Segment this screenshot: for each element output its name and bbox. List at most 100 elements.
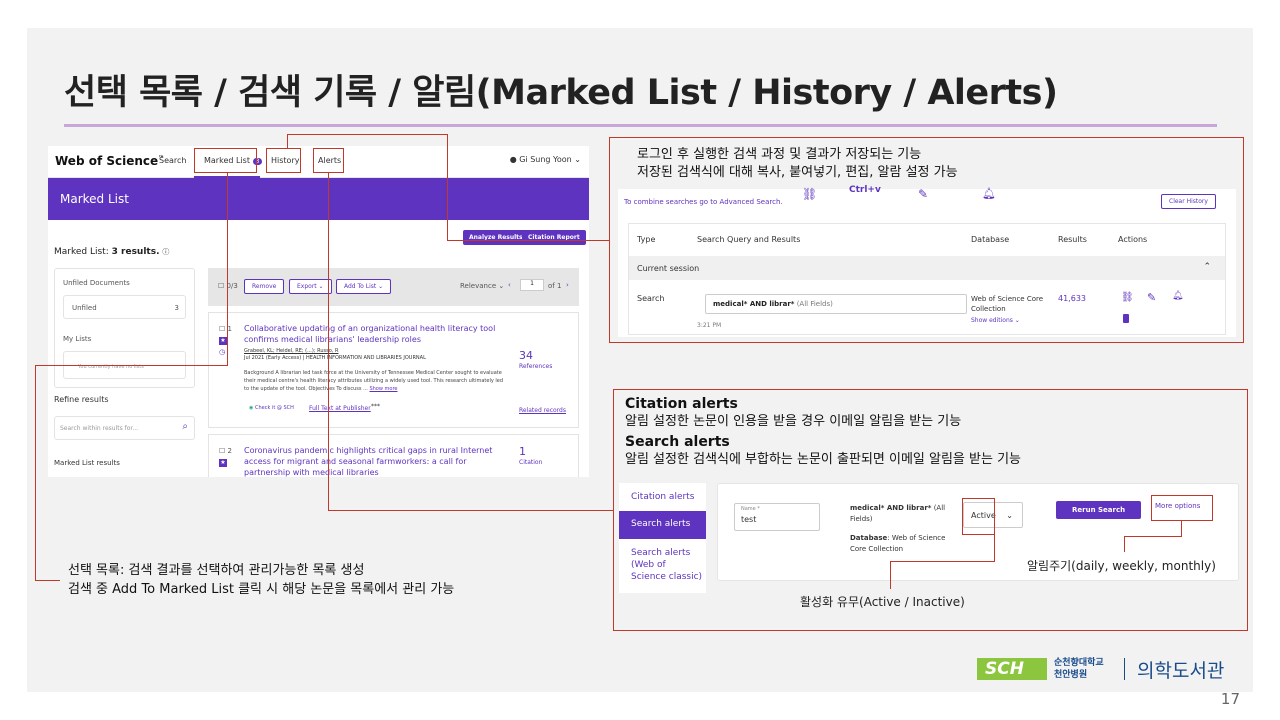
nav-search[interactable]: Search [159, 156, 186, 165]
record-title[interactable]: Collaborative updating of an organizatio… [244, 323, 514, 345]
alerts-screenshot: Citation alerts Search alerts Search ale… [619, 483, 1239, 593]
logo-divider [1124, 658, 1125, 680]
search-alerts-heading: Search alerts [625, 434, 730, 450]
clock-icon: ◷ [219, 348, 226, 356]
analyze-results-button[interactable]: Analyze Results [463, 230, 529, 245]
sidebar-item-classic-alerts[interactable]: Search alerts (Web of Science classic) [631, 547, 703, 583]
citation-alerts-heading: Citation alerts [625, 396, 738, 412]
sidebar-item-search-alerts[interactable]: Search alerts [619, 511, 706, 539]
refine-results-label: Refine results [54, 395, 109, 404]
search-time: 3:21 PM [697, 322, 722, 329]
user-icon: ● [509, 155, 517, 164]
citation-alerts-desc: 알림 설정한 논문이 인용을 받을 경우 이메일 알림을 받는 기능 [625, 414, 962, 429]
status-highlight [962, 498, 995, 535]
col-query: Search Query and Results [697, 235, 801, 244]
check-it-icon: ◉ [249, 405, 254, 411]
star-icon: ★ [219, 459, 227, 467]
full-text-link[interactable]: Full Text at Publisher [309, 405, 371, 412]
edit-pencil-icon[interactable]: ✎ [1147, 291, 1156, 304]
connector-line [1124, 536, 1182, 537]
marked-list-banner: Marked List [48, 178, 589, 220]
list-panel: Unfiled Documents Unfiled 3 My Lists You… [54, 268, 195, 388]
connector-line [1124, 536, 1125, 552]
connector-line [447, 240, 609, 241]
delete-icon[interactable] [1123, 314, 1129, 323]
row-results-link[interactable]: 41,633 [1058, 294, 1086, 303]
marked-list-note-2: 검색 중 Add To Marked List 클릭 시 해당 논문을 목록에서… [68, 582, 455, 597]
citation-label: Citation [519, 459, 543, 466]
marked-list-note-1: 선택 목록: 검색 결과를 선택하여 관리가능한 목록 생성 [68, 563, 365, 578]
related-records-link[interactable]: Related records [519, 407, 566, 414]
history-table: Type Search Query and Results Database R… [628, 223, 1226, 335]
col-database: Database [971, 235, 1010, 244]
library-name: 의학도서관 [1137, 660, 1225, 682]
col-actions: Actions [1118, 235, 1148, 244]
alert-name-field[interactable]: Name * test [734, 503, 820, 531]
user-menu[interactable]: ● Gi Sung Yoon ⌄ [510, 155, 581, 164]
history-desc-1: 로그인 후 실행한 검색 과정 및 결과가 저장되는 기능 [637, 147, 922, 162]
rerun-search-button[interactable]: Rerun Search [1056, 501, 1142, 519]
add-to-list-button[interactable]: Add To List ⌄ [336, 279, 392, 294]
show-editions-link[interactable]: Show editions ⌄ [971, 317, 1020, 324]
export-button[interactable]: Export ⌄ [289, 279, 332, 294]
clear-history-button[interactable]: Clear History [1161, 194, 1216, 209]
page-input[interactable]: 1 [520, 279, 544, 291]
remove-button[interactable]: Remove [244, 279, 285, 294]
record-card: ☐ 2 ★ Coronavirus pandemic highlights cr… [208, 434, 579, 477]
connector-line [1181, 521, 1182, 537]
banner-title: Marked List [60, 192, 129, 206]
unfiled-list-item[interactable]: Unfiled 3 [63, 295, 186, 319]
unfiled-documents-label: Unfiled Documents [63, 279, 130, 287]
sch-logo-text: SCH [985, 659, 1024, 679]
record-checkbox[interactable]: ☐ 2 [219, 447, 232, 455]
show-more-link[interactable]: Show more [369, 386, 397, 392]
advanced-search-link[interactable]: To combine searches go to Advanced Searc… [624, 198, 783, 206]
search-alerts-desc: 알림 설정한 검색식에 부합하는 논문이 출판되면 이메일 알림을 받는 기능 [625, 452, 1021, 467]
alerts-sidebar: Citation alerts Search alerts Search ale… [619, 483, 706, 593]
marked-list-results-label: Marked List results [54, 459, 120, 467]
connector-line [328, 173, 329, 511]
edit-pencil-icon: ✎ [918, 187, 929, 201]
citation-report-button[interactable]: Citation Report [522, 230, 586, 245]
frequency-note: 알림주기(daily, weekly, monthly) [1027, 559, 1216, 573]
current-session-row[interactable]: Current session ⌃ [629, 256, 1225, 280]
connector-line [890, 561, 995, 562]
chevron-down-icon: ⌄ [574, 155, 581, 164]
connector-line [35, 365, 228, 366]
check-it-link[interactable]: ◉ Check it @ SCH [249, 405, 294, 411]
connector-line [227, 173, 228, 366]
marked-list-screenshot: Web of Science™ Search Marked List 3 His… [48, 146, 589, 477]
history-desc-2: 저장된 검색식에 대해 복사, 붙여넣기, 편집, 알람 설정 가능 [637, 165, 958, 180]
alert-database: Database: Web of Science Core Collection [850, 534, 946, 553]
more-options-icon[interactable]: *** [371, 403, 380, 410]
info-icon[interactable]: ⓘ [162, 248, 169, 256]
wos-logo[interactable]: Web of Science™ [55, 154, 164, 168]
record-checkbox[interactable]: ☐ 1 [219, 325, 232, 333]
row-database: Web of Science Core Collection [971, 295, 1044, 313]
copy-link-icon[interactable]: ⛓ [1121, 292, 1134, 303]
alerts-highlight [313, 148, 344, 173]
connector-line [994, 535, 995, 562]
history-highlight [266, 148, 301, 173]
star-icon: ★ [219, 337, 227, 345]
row-type: Search [637, 294, 665, 303]
references-count[interactable]: 34 [519, 349, 533, 362]
prev-page-icon[interactable]: ‹ [508, 281, 511, 289]
search-icon[interactable]: ⌕ [182, 421, 188, 432]
citation-count[interactable]: 1 [519, 445, 526, 458]
search-query-box[interactable]: medical* AND librar* (All Fields) [705, 294, 967, 314]
sort-select[interactable]: Relevance ⌄ [460, 282, 504, 290]
status-note: 활성화 유무(Active / Inactive) [800, 595, 965, 609]
sidebar-item-citation-alerts[interactable]: Citation alerts [631, 491, 694, 503]
bell-icon[interactable]: 🔔︎ [1172, 291, 1183, 301]
col-type: Type [637, 235, 656, 244]
connector-line [35, 580, 60, 581]
connector-line [890, 561, 891, 589]
record-title[interactable]: Coronavirus pandemic highlights critical… [244, 445, 504, 477]
record-authors[interactable]: Grabeel, KL; Heidel, RE; (...); Russo, R [244, 348, 338, 354]
marked-list-highlight [194, 148, 257, 173]
connector-line [287, 134, 448, 135]
search-within-input[interactable]: Search within results for... ⌕ [54, 416, 195, 440]
next-page-icon[interactable]: › [566, 281, 569, 289]
chevron-up-icon[interactable]: ⌃ [1203, 262, 1211, 272]
